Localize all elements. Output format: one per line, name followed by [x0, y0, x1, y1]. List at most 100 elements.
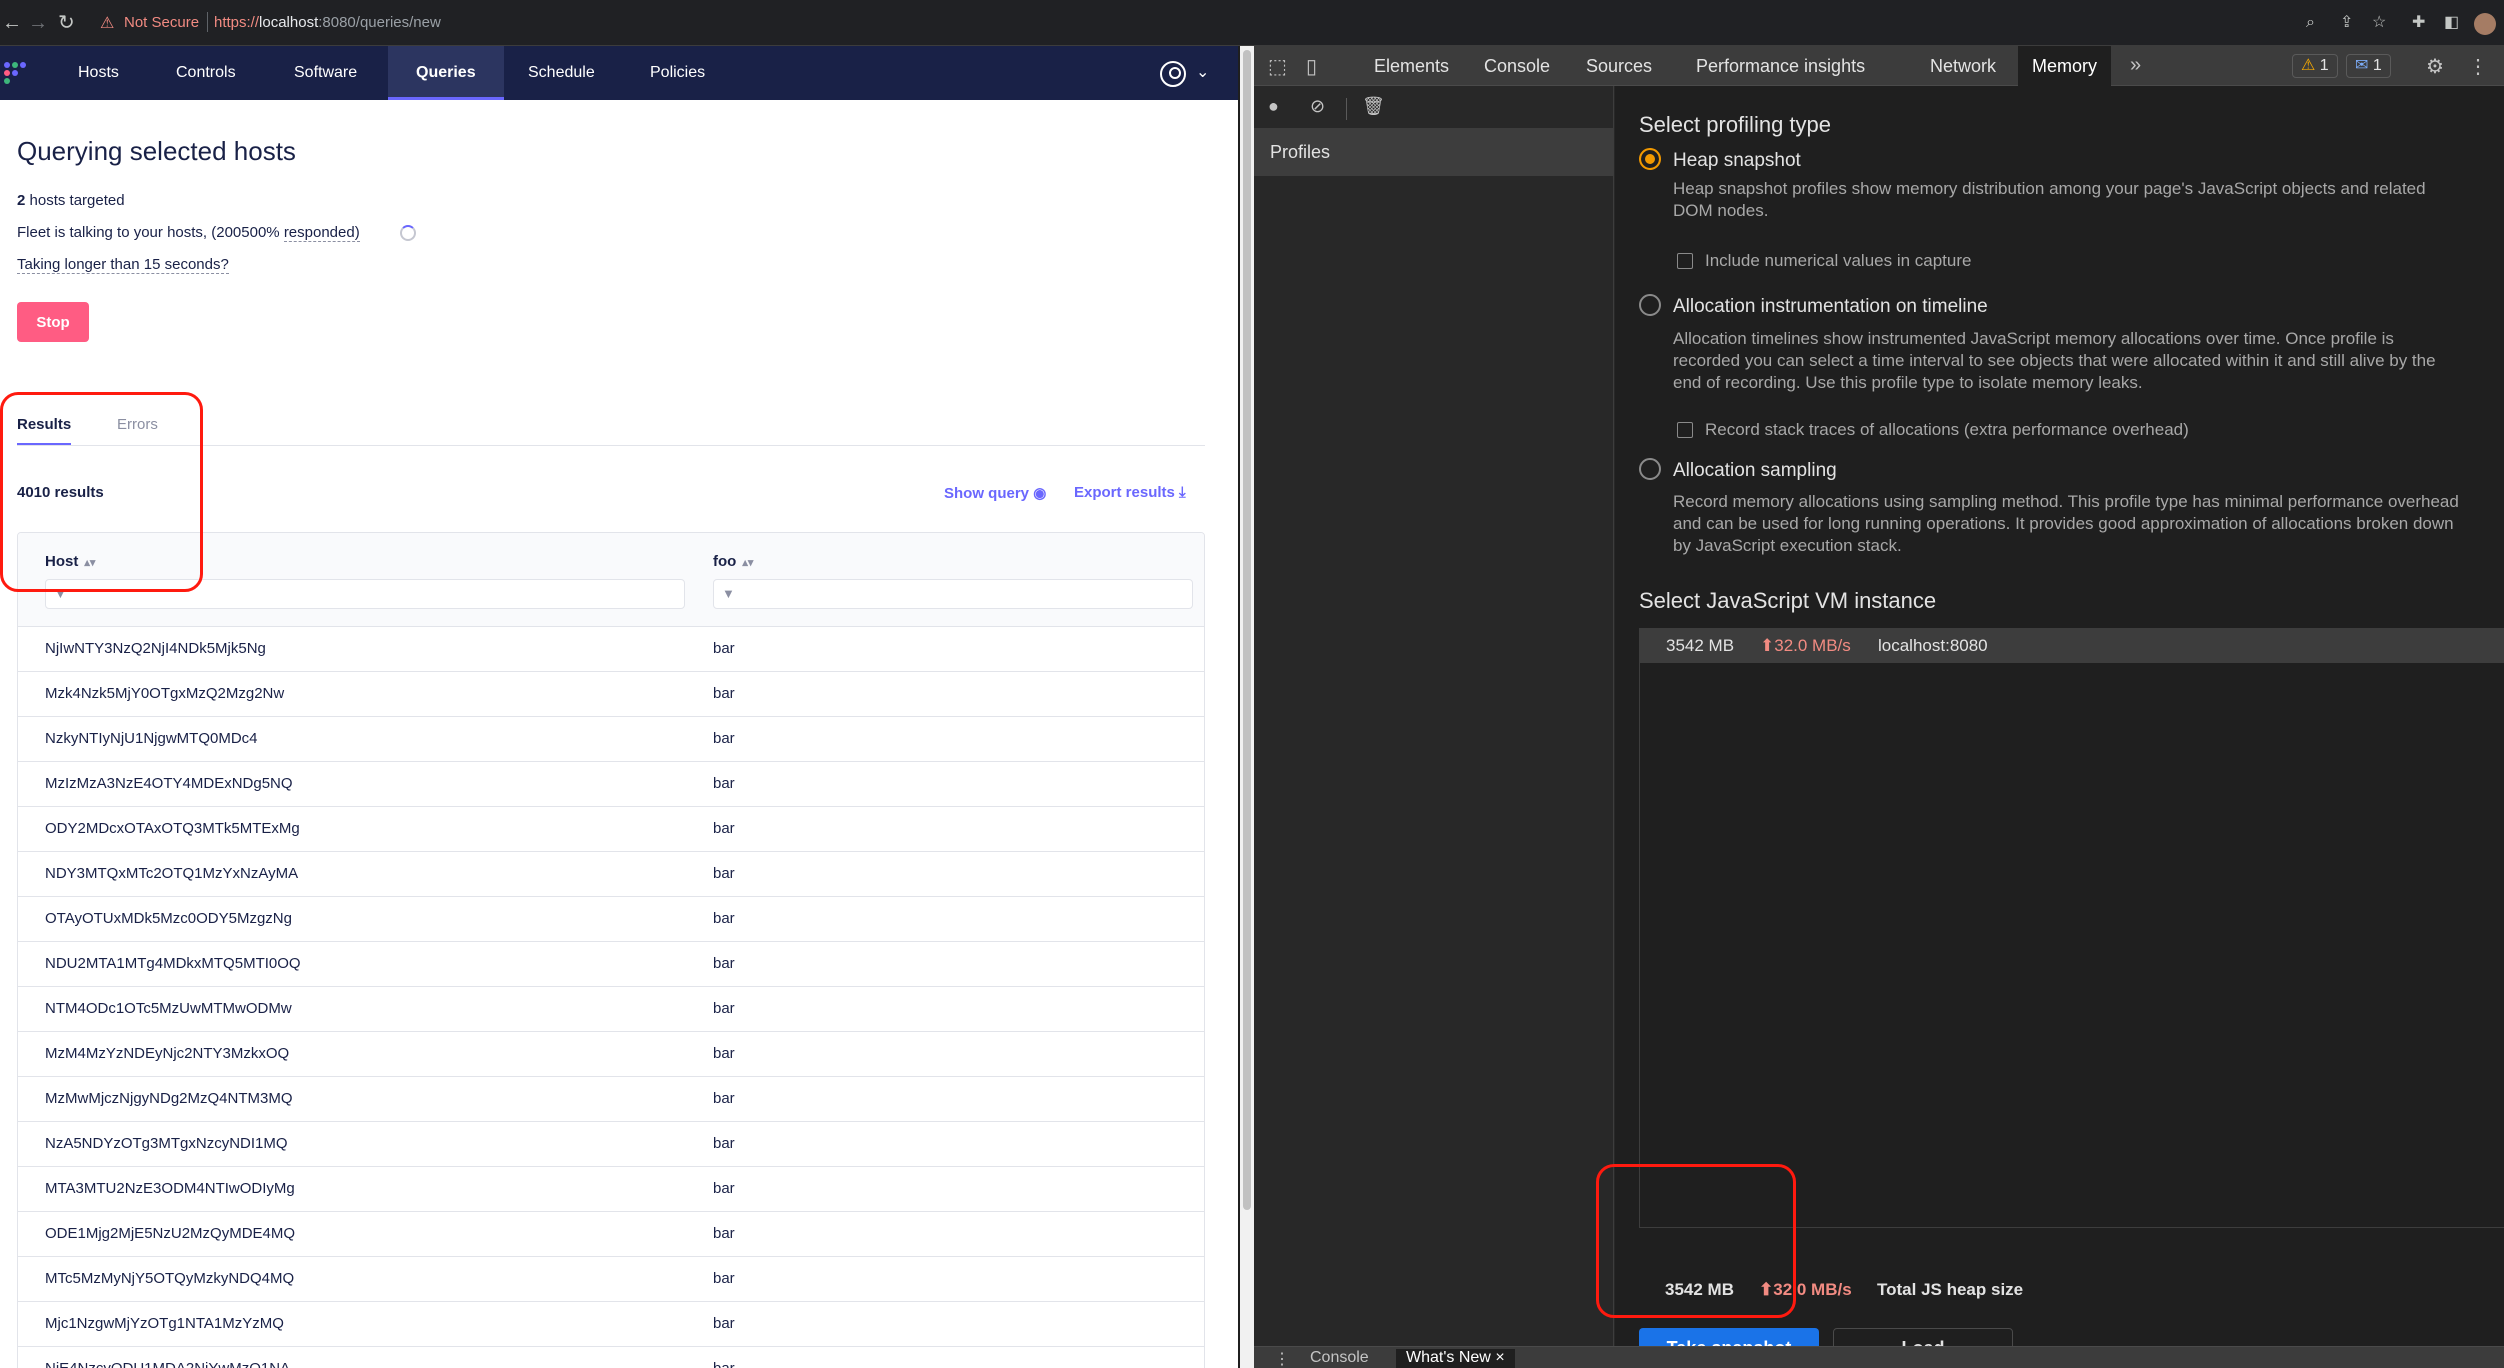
record-icon[interactable]: ● — [1268, 96, 1279, 117]
devtools-tab-network[interactable]: Network — [1916, 46, 2010, 86]
share-icon[interactable]: ⇪ — [2340, 12, 2353, 34]
zoom-icon[interactable]: ⌕ — [2306, 12, 2315, 34]
option-title-allocation-sampling[interactable]: Allocation sampling — [1673, 460, 1837, 482]
forward-icon[interactable]: → — [28, 12, 48, 34]
cell-foo: bar — [713, 1225, 735, 1242]
nav-policies[interactable]: Policies — [622, 46, 733, 100]
table-row: MzM4MzYzNDEyNjc2NTY3MzkxOQ bar — [18, 1032, 1204, 1077]
record-stack-traces-label[interactable]: Record stack traces of allocations (extr… — [1705, 420, 2189, 440]
settings-gear-icon[interactable]: ⚙ — [2426, 54, 2444, 79]
inspect-element-icon[interactable]: ⬚ — [1268, 54, 1287, 79]
arrow-up-icon: ⬆ — [1760, 636, 1775, 655]
cell-host: NjIwNTY3NzQ2NjI4NDk5Mjk5Ng — [45, 640, 266, 657]
chevron-down-icon[interactable]: ⌄ — [1196, 62, 1209, 82]
cell-foo: bar — [713, 865, 735, 882]
user-avatar-icon[interactable] — [1160, 61, 1186, 87]
address-bar[interactable]: ⚠ Not Secure https://localhost:8080/quer… — [90, 8, 2320, 38]
profile-avatar[interactable] — [2474, 13, 2496, 35]
devtools-tab-memory[interactable]: Memory — [2018, 46, 2112, 86]
drawer-menu-icon[interactable]: ⋮ — [1264, 1349, 1300, 1368]
include-numerical-values-checkbox[interactable] — [1677, 253, 1693, 269]
bookmark-star-icon[interactable]: ☆ — [2372, 12, 2386, 34]
devtools-tab-performance-insights[interactable]: Performance insights — [1682, 46, 1879, 86]
table-row: ODE1Mjg2MjE5NzU2MzQyMDE4MQ bar — [18, 1212, 1204, 1257]
message-icon: ✉ — [2355, 57, 2369, 74]
hosts-targeted: 2 hosts targeted — [17, 192, 125, 209]
warning-count-badge[interactable]: ⚠ 1 — [2292, 54, 2338, 78]
record-stack-traces-checkbox[interactable] — [1677, 422, 1693, 438]
eye-icon: ◉ — [1033, 485, 1047, 502]
back-icon[interactable]: ← — [2, 12, 22, 34]
nav-software[interactable]: Software — [266, 46, 385, 100]
include-numerical-values-label[interactable]: Include numerical values in capture — [1705, 251, 1971, 271]
extensions-icon[interactable]: ✚ — [2412, 12, 2425, 34]
option-title-allocation-timeline[interactable]: Allocation instrumentation on timeline — [1673, 296, 1988, 318]
vm-host: localhost:8080 — [1878, 636, 1988, 655]
cell-foo: bar — [713, 1135, 735, 1152]
nav-queries[interactable]: Queries — [388, 46, 504, 100]
fleet-app: Hosts Controls Software Queries Schedule… — [0, 46, 1238, 1368]
devtools-tab-sources[interactable]: Sources — [1572, 46, 1666, 86]
reload-icon[interactable]: ↻ — [58, 12, 75, 34]
table-row: NzA5NDYzOTg3MTgxNzcyNDI1MQ bar — [18, 1122, 1204, 1167]
scrollbar-thumb[interactable] — [1243, 50, 1251, 1210]
show-query-button[interactable]: Show query ◉ — [944, 484, 1046, 502]
cell-foo: bar — [713, 1000, 735, 1017]
cell-foo: bar — [713, 1360, 735, 1368]
radio-allocation-sampling[interactable] — [1639, 458, 1661, 480]
taking-longer-tooltip[interactable]: Taking longer than 15 seconds? — [17, 256, 229, 274]
table-row: NzkyNTIyNjU1NjgwMTQ0MDc4 bar — [18, 717, 1204, 762]
foo-filter-input[interactable]: ▼ — [713, 579, 1193, 609]
highlight-annotation-results — [0, 392, 203, 592]
profiles-item[interactable]: Profiles — [1254, 128, 1614, 176]
table-row: OTAyOTUxMDk5Mzc0ODY5MzgzNg bar — [18, 897, 1204, 942]
clear-icon[interactable]: ⊘ — [1310, 96, 1325, 117]
cell-host: ODE1Mjg2MjE5NzU2MzQyMDE4MQ — [45, 1225, 296, 1242]
not-secure-label[interactable]: Not Secure — [124, 14, 199, 31]
more-tabs-icon[interactable]: » — [2130, 54, 2141, 77]
cell-foo: bar — [713, 1045, 735, 1062]
cell-foo: bar — [713, 775, 735, 792]
option-title-heap-snapshot[interactable]: Heap snapshot — [1673, 150, 1801, 172]
side-panel-icon[interactable]: ◧ — [2444, 12, 2459, 34]
message-count-badge[interactable]: ✉ 1 — [2346, 54, 2391, 78]
nav-hosts[interactable]: Hosts — [50, 46, 147, 100]
table-row: MzMwMjczNjgyNDg2MzQ4NTM3MQ bar — [18, 1077, 1204, 1122]
stop-button[interactable]: Stop — [17, 302, 89, 342]
drawer-tab-console[interactable]: Console — [1300, 1349, 1379, 1368]
devtools-tab-console[interactable]: Console — [1470, 46, 1564, 86]
close-icon[interactable]: × — [1495, 1349, 1504, 1366]
table-row: MTA3MTU2NzE3ODM4NTIwODIyMg bar — [18, 1167, 1204, 1212]
results-table: Host ▴▾ foo ▴▾ ▼ ▼ NjIwNTY3NzQ2NjI4NDk5Mjk… — [17, 532, 1205, 1368]
url-text[interactable]: https://localhost:8080/queries/new — [214, 14, 441, 31]
table-row: MzIzMzA3NzE4OTY4MDExNDg5NQ bar — [18, 762, 1204, 807]
table-row: ODY2MDcxOTAxOTQ3MTk5MTExMg bar — [18, 807, 1204, 852]
radio-allocation-timeline[interactable] — [1639, 294, 1661, 316]
responded-tooltip[interactable]: responded) — [283, 224, 360, 242]
table-row: NjIwNTY3NzQ2NjI4NDk5Mjk5Ng bar — [18, 627, 1204, 672]
radio-heap-snapshot[interactable] — [1639, 148, 1661, 170]
total-heap-label: Total JS heap size — [1877, 1280, 2024, 1299]
cell-host: MTc5MzMyNjY5OTQyMzkyNDQ4MQ — [45, 1270, 295, 1287]
nav-controls[interactable]: Controls — [148, 46, 264, 100]
cell-foo: bar — [713, 820, 735, 837]
profiles-sidebar: ● ⊘ 🗑 Profiles — [1254, 86, 1614, 1368]
trash-icon[interactable]: 🗑 — [1362, 96, 1385, 117]
highlight-annotation-snapshot — [1596, 1164, 1796, 1318]
table-row: NjE4NzcyODU1MDA2NjYwMzQ1NA bar — [18, 1347, 1204, 1368]
option-desc-heap-snapshot: Heap snapshot profiles show memory distr… — [1673, 179, 2426, 220]
nav-schedule[interactable]: Schedule — [500, 46, 623, 100]
page-scrollbar[interactable] — [1240, 46, 1254, 1368]
cell-host: Mjc1NzgwMjYzOTg1NTA1MzYzMQ — [45, 1315, 284, 1332]
table-row: Mjc1NzgwMjYzOTg1NTA1MzYzMQ bar — [18, 1302, 1204, 1347]
column-header-foo[interactable]: foo ▴▾ — [713, 553, 753, 570]
export-results-button[interactable]: Export results ⤓ — [1074, 484, 1186, 501]
cell-foo: bar — [713, 955, 735, 972]
more-options-icon[interactable]: ⋮ — [2468, 54, 2488, 79]
devtools-tab-elements[interactable]: Elements — [1360, 46, 1463, 86]
device-toolbar-icon[interactable]: ▯ — [1306, 54, 1317, 79]
devtools-panel: ⬚ ▯ Elements Console Sources Performance… — [1254, 46, 2504, 1368]
cell-host: MzIzMzA3NzE4OTY4MDExNDg5NQ — [45, 775, 293, 792]
vm-instance-row[interactable]: 3542 MB ⬆32.0 MB/s localhost:8080 — [1640, 629, 2504, 663]
drawer-tab-whats-new[interactable]: What's New × — [1396, 1349, 1515, 1368]
